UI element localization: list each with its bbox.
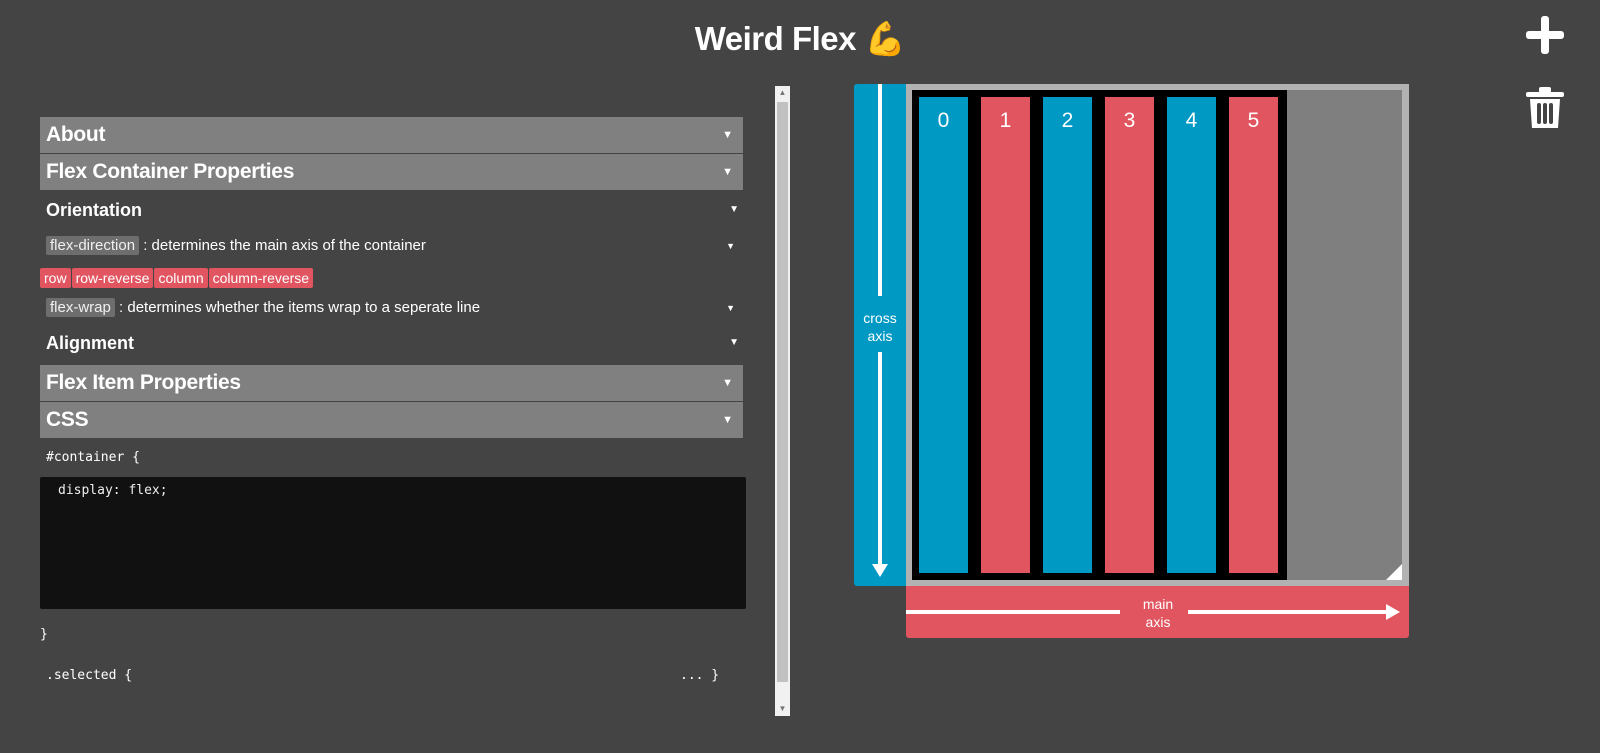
caret-down-icon: ▼ [722,129,733,141]
cross-axis-label-line1: cross [863,310,897,326]
flex-container[interactable]: 0 1 2 3 4 5 [912,90,1402,580]
properties-panel: About ▼ Flex Container Properties ▼ Orie… [40,86,790,716]
flex-direction-desc: : determines the main axis of the contai… [143,237,426,254]
scrollbar-thumb[interactable] [777,102,788,682]
flex-container-frame: 0 1 2 3 4 5 [906,84,1409,586]
option-row[interactable]: row [40,268,71,288]
css-selected-expand[interactable]: ... } [680,668,719,683]
css-container-open: #container { [46,450,140,465]
arrow-down-icon [872,564,888,577]
flex-item-label: 5 [1247,109,1260,132]
subsection-orientation-label: Orientation [46,200,143,220]
section-flex-item-label: Flex Item Properties [46,371,241,394]
flex-direction-tag: flex-direction [46,236,140,255]
caret-down-icon: ▼ [722,414,733,426]
flex-item-label: 1 [999,109,1012,132]
resize-handle[interactable] [1386,564,1402,580]
flex-item-label: 2 [1061,109,1074,132]
flex-item-1[interactable]: 1 [981,97,1030,573]
add-item-button[interactable] [1524,14,1566,56]
page-title-text: Weird Flex [694,20,857,57]
subsection-orientation[interactable]: Orientation ▼ [46,196,743,224]
flex-item-label: 0 [937,109,950,132]
cross-axis-label: cross axis [854,309,906,345]
option-column[interactable]: column [154,268,208,288]
flexed-biceps-icon: 💪 [864,20,906,57]
section-flex-item[interactable]: Flex Item Properties ▼ [40,365,743,401]
caret-down-icon: ▼ [726,303,735,313]
section-about[interactable]: About ▼ [40,117,743,153]
css-selected-open: .selected { [46,668,133,683]
flex-item-0[interactable]: 0 [919,97,968,573]
delete-item-button[interactable] [1524,86,1566,130]
subsection-alignment[interactable]: Alignment ▼ [46,329,743,357]
flex-item-3[interactable]: 3 [1105,97,1154,573]
caret-down-icon: ▼ [722,377,733,389]
plus-icon [1526,16,1564,54]
caret-down-icon: ▼ [729,204,739,215]
trash-icon [1526,87,1564,128]
panel-scrollbar[interactable]: ▲ ▼ [775,86,790,716]
flex-wrap-tag: flex-wrap [46,298,115,317]
option-row-reverse[interactable]: row-reverse [71,268,154,288]
css-editor[interactable]: display: flex; [40,477,746,609]
main-axis-label-line2: axis [1145,614,1171,630]
scroll-up-icon[interactable]: ▲ [775,86,790,100]
flex-items-wrapper: 0 1 2 3 4 5 [912,90,1287,580]
property-flex-direction[interactable]: flex-direction : determines the main axi… [46,234,743,258]
css-editor-content: display: flex; [58,483,168,498]
main-axis-line-left [906,610,1120,614]
arrow-right-icon [1386,604,1400,620]
scroll-down-icon[interactable]: ▼ [775,702,790,716]
flex-item-4[interactable]: 4 [1167,97,1216,573]
section-css-label: CSS [46,408,89,431]
caret-down-icon: ▼ [729,337,739,348]
flex-wrap-desc: : determines whether the items wrap to a… [119,299,481,316]
subsection-alignment-label: Alignment [46,333,134,353]
option-column-reverse[interactable]: column-reverse [208,268,314,288]
cross-axis-indicator: cross axis [854,84,906,586]
main-axis-line-right [1188,610,1388,614]
properties-scroll-area: About ▼ Flex Container Properties ▼ Orie… [40,86,746,716]
cross-axis-line-top [878,84,882,296]
css-container-close: } [40,627,48,642]
section-css[interactable]: CSS ▼ [40,402,743,438]
section-flex-container-label: Flex Container Properties [46,160,295,183]
flex-item-2[interactable]: 2 [1043,97,1092,573]
section-flex-container[interactable]: Flex Container Properties ▼ [40,154,743,190]
flex-direction-options: row row-reverse column column-reverse [40,268,314,288]
cross-axis-line-bottom [878,352,882,566]
section-about-label: About [46,123,106,146]
cross-axis-label-line2: axis [867,328,893,344]
page-title: Weird Flex 💪 [0,20,1600,59]
flex-item-5[interactable]: 5 [1229,97,1278,573]
flex-item-label: 4 [1185,109,1198,132]
caret-down-icon: ▼ [722,166,733,178]
main-axis-indicator: main axis [906,586,1409,638]
flex-item-label: 3 [1123,109,1136,132]
property-flex-wrap[interactable]: flex-wrap : determines whether the items… [46,296,743,320]
caret-down-icon: ▼ [726,241,735,251]
